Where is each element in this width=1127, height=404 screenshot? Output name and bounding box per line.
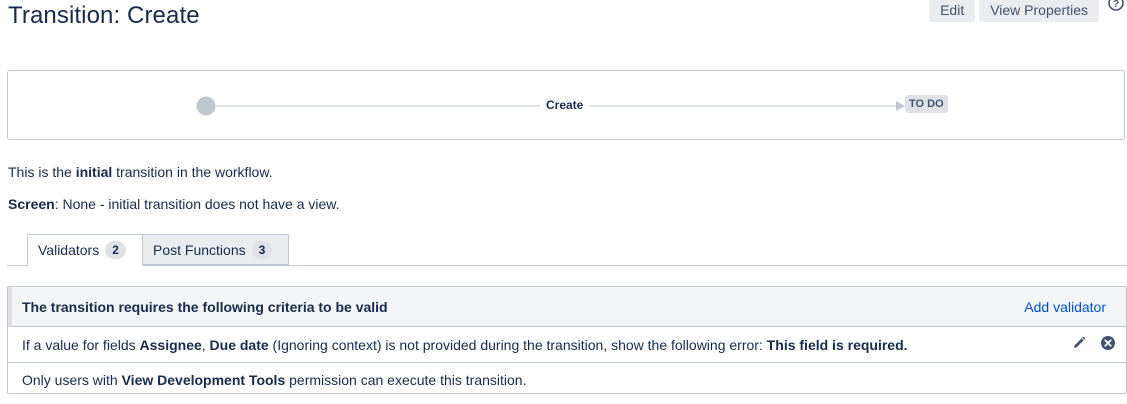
screen-label: Screen	[8, 196, 55, 212]
note-suffix: transition in the workflow.	[112, 164, 273, 180]
add-validator-link[interactable]: Add validator	[1024, 299, 1106, 315]
delete-icon[interactable]	[1100, 335, 1116, 351]
edit-button[interactable]: Edit	[929, 0, 976, 22]
row-actions	[1058, 335, 1116, 351]
transition-label: Create	[540, 98, 590, 112]
arrowhead-icon	[896, 101, 905, 111]
edit-pencil-icon[interactable]	[1071, 335, 1087, 351]
screen-note: Screen: None - initial transition does n…	[8, 196, 340, 212]
validator-text: If a value for fields Assignee, Due date…	[22, 336, 908, 353]
page-title: Transition: Create	[8, 2, 200, 29]
top-actions: Edit View Properties ?	[929, 0, 1127, 22]
note-prefix: This is the	[8, 164, 76, 180]
view-properties-button[interactable]: View Properties	[979, 0, 1099, 22]
validators-panel-header: The transition requires the following cr…	[8, 287, 1126, 327]
tab-bar: Validators 2 Post Functions 3	[7, 234, 1127, 266]
validators-panel: The transition requires the following cr…	[7, 286, 1127, 394]
initial-node-icon	[196, 96, 216, 116]
initial-transition-note: This is the initial transition in the wo…	[8, 164, 273, 180]
screen-value: : None - initial transition does not hav…	[54, 196, 340, 212]
transition-diagram: Create TO DO	[7, 70, 1125, 140]
help-icon[interactable]: ?	[1105, 0, 1127, 17]
tab-validators[interactable]: Validators 2	[27, 234, 143, 266]
tab-post-functions-count: 3	[251, 240, 273, 259]
tab-post-functions-label: Post Functions	[153, 241, 246, 258]
status-lozenge-todo: TO DO	[905, 95, 948, 113]
tab-post-functions[interactable]: Post Functions 3	[142, 234, 289, 265]
validator-text: Only users with View Development Tools p…	[22, 372, 527, 388]
validator-row: If a value for fields Assignee, Due date…	[8, 327, 1126, 362]
validator-row: Only users with View Development Tools p…	[8, 362, 1126, 397]
note-bold: initial	[75, 164, 113, 180]
validators-panel-title: The transition requires the following cr…	[22, 298, 388, 315]
tab-validators-count: 2	[105, 241, 126, 259]
tab-validators-label: Validators	[38, 242, 100, 258]
svg-text:?: ?	[1113, 0, 1119, 10]
